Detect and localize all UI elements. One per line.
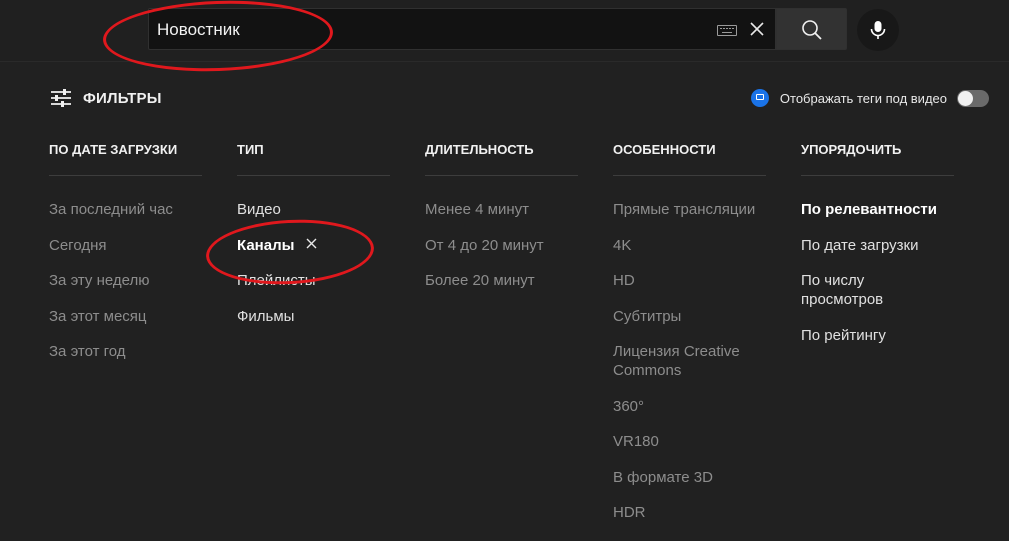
search-query-text: Новостник	[157, 20, 240, 39]
filter-option[interactable]: За этот месяц	[49, 307, 202, 326]
filters-toggle[interactable]: ФИЛЬТРЫ	[50, 86, 162, 110]
filter-option[interactable]: Более 20 минут	[425, 271, 578, 290]
filter-column-sort: УПОРЯДОЧИТЬ По релевантности По дате заг…	[801, 142, 954, 345]
filter-option[interactable]: Фильмы	[237, 307, 390, 326]
column-header: ДЛИТЕЛЬНОСТЬ	[425, 142, 578, 176]
filter-option[interactable]: Плейлисты	[237, 271, 390, 290]
column-header: ОСОБЕННОСТИ	[613, 142, 766, 176]
filter-option[interactable]: От 4 до 20 минут	[425, 236, 578, 255]
tags-toggle-row: Отображать теги под видео	[750, 88, 989, 108]
search-input[interactable]: Новостник	[148, 8, 776, 50]
filter-column-type: ТИП Видео Каналы Плейлисты Фильмы	[237, 142, 390, 326]
sort-option[interactable]: По дате загрузки	[801, 236, 954, 255]
filter-option[interactable]: 360°	[613, 397, 766, 416]
filter-option[interactable]: Менее 4 минут	[425, 200, 578, 219]
extension-icon	[750, 89, 769, 107]
sort-option[interactable]: По числу просмотров	[801, 271, 921, 309]
filter-column-upload-date: ПО ДАТЕ ЗАГРУЗКИ За последний час Сегодн…	[49, 142, 202, 361]
filter-column-duration: ДЛИТЕЛЬНОСТЬ Менее 4 минут От 4 до 20 ми…	[425, 142, 578, 290]
close-icon[interactable]	[747, 19, 767, 39]
filter-option[interactable]: Видео	[237, 200, 390, 219]
filter-column-features: ОСОБЕННОСТИ Прямые трансляции 4K HD Субт…	[613, 142, 766, 522]
filter-option[interactable]: За эту неделю	[49, 271, 202, 290]
sort-option-selected[interactable]: По релевантности	[801, 200, 954, 219]
filter-option[interactable]: В формате 3D	[613, 468, 766, 487]
filter-option[interactable]: HDR	[613, 503, 766, 522]
tags-toggle-label: Отображать теги под видео	[779, 90, 947, 106]
filter-option[interactable]: Сегодня	[49, 236, 202, 255]
column-header: ПО ДАТЕ ЗАГРУЗКИ	[49, 142, 202, 176]
voice-search-button[interactable]	[857, 9, 899, 51]
filter-option[interactable]: Субтитры	[613, 307, 766, 326]
sort-option[interactable]: По рейтингу	[801, 326, 954, 345]
sliders-icon	[51, 89, 71, 107]
close-icon[interactable]	[306, 235, 317, 254]
search-icon	[802, 20, 822, 40]
filter-option-label: Каналы	[237, 236, 295, 254]
filter-option[interactable]: HD	[613, 271, 766, 290]
filter-option[interactable]: Лицензия Creative Commons	[613, 342, 758, 380]
microphone-icon	[870, 21, 886, 39]
filter-option[interactable]: VR180	[613, 432, 766, 451]
filter-option[interactable]: 4K	[613, 236, 766, 255]
column-header: ТИП	[237, 142, 390, 176]
filter-option[interactable]: За последний час	[49, 200, 202, 219]
keyboard-icon[interactable]	[717, 25, 737, 36]
filters-title: ФИЛЬТРЫ	[83, 89, 162, 107]
filter-option[interactable]: Прямые трансляции	[613, 200, 766, 219]
masthead: Новостник	[0, 0, 1009, 62]
filter-option[interactable]: За этот год	[49, 342, 202, 361]
filter-option-selected[interactable]: Каналы	[237, 236, 390, 255]
search-button[interactable]	[776, 8, 847, 50]
tags-toggle-switch[interactable]	[957, 89, 989, 107]
column-header: УПОРЯДОЧИТЬ	[801, 142, 954, 176]
